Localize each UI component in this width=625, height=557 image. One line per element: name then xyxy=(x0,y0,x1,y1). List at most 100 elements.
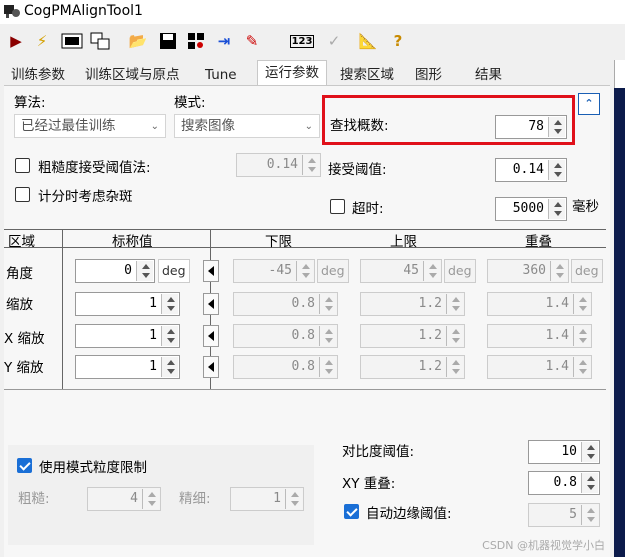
tab-tune[interactable]: Tune xyxy=(198,64,244,86)
clutter-checkbox[interactable] xyxy=(15,187,30,202)
help-icon[interactable]: ? xyxy=(386,29,410,53)
stepper-arrows[interactable] xyxy=(319,357,336,377)
number-icon[interactable]: 123 xyxy=(289,29,315,53)
granularity-checkbox[interactable] xyxy=(17,458,32,473)
stepper-arrows[interactable] xyxy=(550,261,567,281)
copy-window-icon[interactable] xyxy=(88,29,112,53)
scale-high-stepper[interactable]: 1.2 xyxy=(360,292,465,316)
stepper-arrows[interactable] xyxy=(446,294,463,314)
stepper-arrows[interactable] xyxy=(296,261,313,281)
yscale-nominal-stepper[interactable]: 1 xyxy=(75,355,180,379)
stepper-arrows[interactable] xyxy=(161,326,178,346)
arrow-left-icon[interactable] xyxy=(203,356,219,378)
algorithm-value: 已经过最佳训练 xyxy=(21,118,116,134)
clutter-label: 计分时考虑杂斑 xyxy=(38,189,133,205)
row-yscale-label: Y 缩放 xyxy=(4,360,44,376)
stepper-arrows[interactable] xyxy=(136,261,153,281)
stepper-arrows[interactable] xyxy=(285,489,302,509)
algorithm-select[interactable]: 已经过最佳训练 ⌄ xyxy=(14,114,166,138)
yscale-overlap-stepper[interactable]: 1.4 xyxy=(487,355,592,379)
timeout-stepper[interactable]: 5000 xyxy=(495,197,567,221)
auto-edge-checkbox[interactable] xyxy=(344,504,359,519)
col-overlap: 重叠 xyxy=(525,234,552,250)
tab-graphics[interactable]: 图形 xyxy=(408,64,449,86)
timeout-checkbox[interactable] xyxy=(330,199,345,214)
brush-icon[interactable]: ✎ xyxy=(240,29,264,53)
arrow-left-icon[interactable] xyxy=(203,293,219,315)
xy-overlap-stepper[interactable]: 0.8 xyxy=(528,471,600,495)
table-header-line xyxy=(4,247,606,248)
tab-train-region[interactable]: 训练区域与原点 xyxy=(78,64,187,86)
angle-overlap-stepper[interactable]: 360 xyxy=(487,259,569,283)
stepper-arrows[interactable] xyxy=(142,489,159,509)
find-count-value: 78 xyxy=(528,119,544,134)
stepper-arrows[interactable] xyxy=(423,261,440,281)
col-region: 区域 xyxy=(8,234,35,250)
accept-stepper[interactable]: 0.14 xyxy=(495,158,567,182)
angle-nominal-stepper[interactable]: 0 xyxy=(75,259,155,283)
xscale-high-stepper[interactable]: 1.2 xyxy=(360,324,465,348)
tab-train-params[interactable]: 训练参数 xyxy=(4,64,72,86)
arrow-left-icon[interactable] xyxy=(203,325,219,347)
ruler-icon[interactable]: 📐 xyxy=(356,29,380,53)
auto-edge-label: 自动边缘阈值: xyxy=(366,506,452,522)
open-folder-icon[interactable]: 📂 xyxy=(126,29,150,53)
stepper-arrows[interactable] xyxy=(573,326,590,346)
contrast-stepper[interactable]: 10 xyxy=(528,440,600,464)
stepper-arrows[interactable] xyxy=(581,473,598,493)
find-count-label: 查找概数: xyxy=(330,118,389,134)
mode-select[interactable]: 搜索图像 ⌄ xyxy=(174,114,320,138)
coarse-accept-checkbox[interactable] xyxy=(15,158,30,173)
display-icon[interactable] xyxy=(60,29,84,53)
find-count-stepper[interactable]: 78 xyxy=(495,115,567,139)
run-icon[interactable]: ▶ xyxy=(4,29,28,53)
angle-low-stepper[interactable]: -45 xyxy=(233,259,315,283)
yscale-low-stepper[interactable]: 0.8 xyxy=(233,355,338,379)
coarse-value: 4 xyxy=(130,491,138,506)
arrow-left-icon[interactable] xyxy=(203,260,219,282)
stepper-arrows[interactable] xyxy=(581,442,598,462)
auto-edge-stepper[interactable]: 5 xyxy=(528,503,600,527)
watermark: CSDN @机器视觉学小白 xyxy=(482,539,605,552)
stepper-arrows[interactable] xyxy=(446,357,463,377)
xscale-nominal-stepper[interactable]: 1 xyxy=(75,324,180,348)
tab-search-region[interactable]: 搜索区域 xyxy=(333,64,401,86)
fine-stepper[interactable]: 1 xyxy=(230,487,304,511)
stepper-arrows[interactable] xyxy=(161,294,178,314)
stepper-arrows[interactable] xyxy=(573,294,590,314)
scale-overlap-stepper[interactable]: 1.4 xyxy=(487,292,592,316)
col-low: 下限 xyxy=(265,234,292,250)
scale-low-value: 0.8 xyxy=(291,296,315,311)
stepper-arrows[interactable] xyxy=(319,294,336,314)
yscale-low-value: 0.8 xyxy=(291,359,315,374)
xscale-low-stepper[interactable]: 0.8 xyxy=(233,324,338,348)
lightning-icon[interactable]: ⚡ xyxy=(30,29,54,53)
stepper-arrows[interactable] xyxy=(161,357,178,377)
scale-nominal-stepper[interactable]: 1 xyxy=(75,292,180,316)
scale-low-stepper[interactable]: 0.8 xyxy=(233,292,338,316)
coarse-accept-stepper[interactable]: 0.14 xyxy=(236,153,321,177)
tab-run-params[interactable]: 运行参数 xyxy=(257,60,327,86)
tab-results[interactable]: 结果 xyxy=(468,64,509,86)
stepper-arrows[interactable] xyxy=(446,326,463,346)
stepper-arrows[interactable] xyxy=(548,117,565,137)
xscale-high-value: 1.2 xyxy=(418,328,442,343)
timeout-label: 超时: xyxy=(352,201,384,217)
stepper-arrows[interactable] xyxy=(581,505,598,525)
xscale-overlap-stepper[interactable]: 1.4 xyxy=(487,324,592,348)
collapse-icon[interactable]: ⌃ xyxy=(578,93,600,115)
angle-nominal-value: 0 xyxy=(124,263,132,278)
stepper-arrows[interactable] xyxy=(548,199,565,219)
yscale-high-stepper[interactable]: 1.2 xyxy=(360,355,465,379)
yscale-nominal-value: 1 xyxy=(149,359,157,374)
angle-high-stepper[interactable]: 45 xyxy=(360,259,442,283)
stepper-arrows[interactable] xyxy=(548,160,565,180)
coarse-stepper[interactable]: 4 xyxy=(87,487,161,511)
stepper-arrows[interactable] xyxy=(302,155,319,175)
stepper-arrows[interactable] xyxy=(573,357,590,377)
grid-icon[interactable] xyxy=(184,29,208,53)
stepper-arrows[interactable] xyxy=(319,326,336,346)
mode-label: 模式: xyxy=(174,95,206,111)
save-icon[interactable] xyxy=(156,29,180,53)
import-icon[interactable]: ⇥ xyxy=(212,29,236,53)
